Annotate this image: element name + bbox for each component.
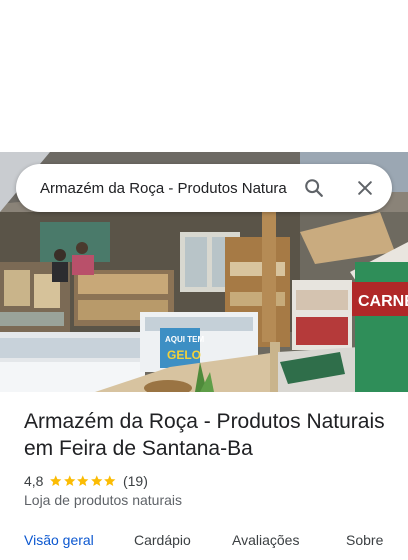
sign-aqui-tem: AQUI TEM — [165, 335, 204, 344]
sign-carne: CARNE — [358, 293, 408, 310]
tab-about[interactable]: Sobre — [346, 532, 383, 548]
search-bar[interactable]: Armazém da Roça - Produtos Natura — [16, 164, 392, 212]
star-icon — [50, 475, 62, 487]
star-icon — [91, 475, 103, 487]
review-count[interactable]: (19) — [123, 473, 148, 489]
tab-reviews[interactable]: Avaliações — [232, 532, 299, 548]
close-icon — [358, 181, 372, 195]
star-icon — [64, 475, 76, 487]
rating-stars — [49, 474, 117, 488]
rating-value: 4,8 — [24, 473, 44, 489]
star-icon — [104, 475, 116, 487]
map-blank-area — [0, 0, 408, 152]
search-button[interactable] — [298, 172, 330, 204]
rating-row[interactable]: 4,8 (19) — [24, 471, 148, 491]
star-icon — [77, 475, 89, 487]
place-title: Armazém da Roça - Produtos Naturais em F… — [24, 410, 385, 460]
tab-overview[interactable]: Visão geral — [24, 532, 94, 548]
place-tabs: Visão geral Cardápio Avaliações Sobre — [0, 530, 408, 560]
search-icon — [305, 179, 323, 197]
sign-gelo: GELO — [167, 348, 201, 362]
search-input[interactable]: Armazém da Roça - Produtos Natura — [40, 180, 288, 197]
close-button[interactable] — [349, 172, 381, 204]
place-category[interactable]: Loja de produtos naturais — [24, 492, 182, 508]
tab-menu[interactable]: Cardápio — [134, 532, 191, 548]
